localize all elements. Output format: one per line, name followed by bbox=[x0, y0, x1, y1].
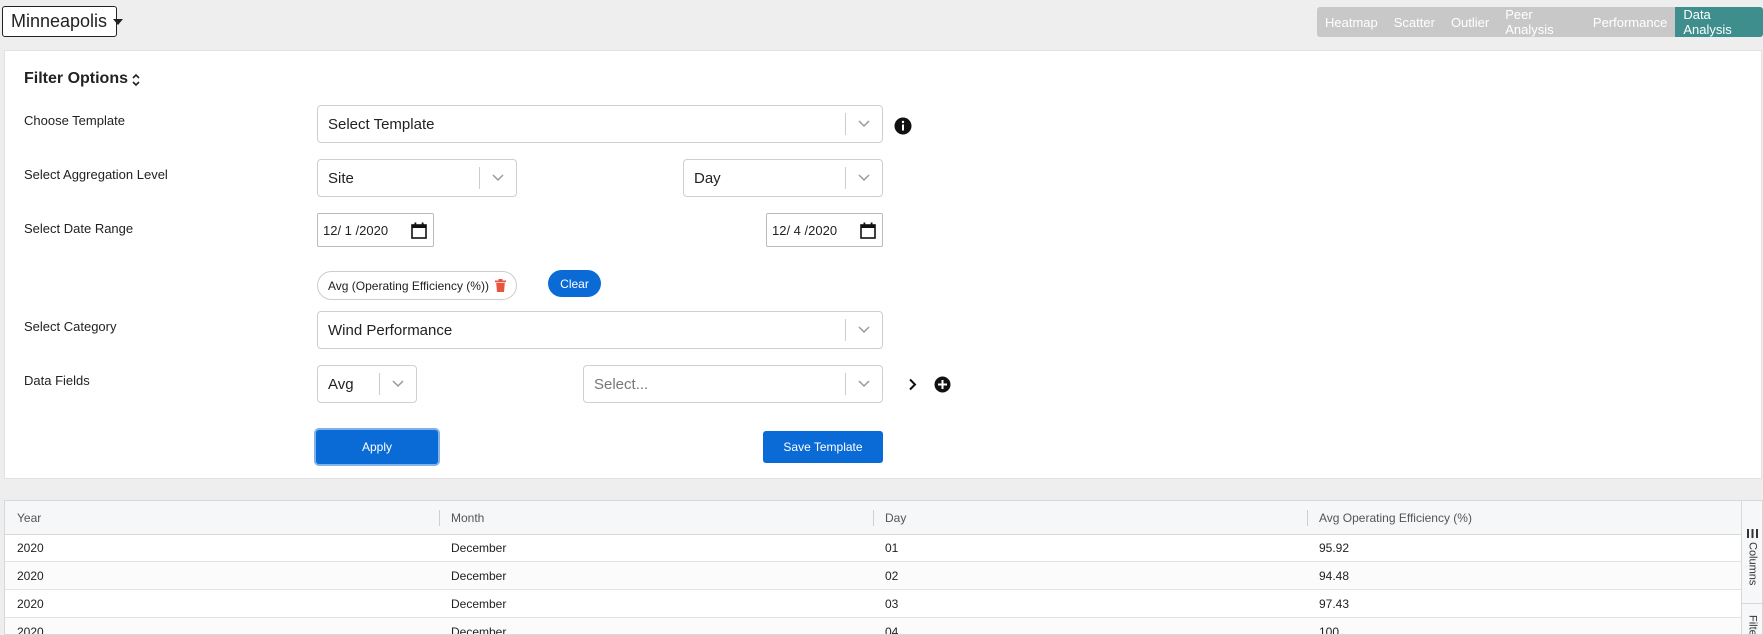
cell-day: 02 bbox=[885, 568, 899, 583]
data-grid: Year Month Day Avg Operating Efficiency … bbox=[4, 500, 1763, 635]
cell-avg-efficiency: 95.92 bbox=[1319, 540, 1350, 555]
tab-performance[interactable]: Performance bbox=[1585, 7, 1675, 37]
columns-tool-tab[interactable]: Columns bbox=[1742, 527, 1762, 604]
date-start-value: 12/ 1 /2020 bbox=[323, 222, 389, 238]
site-selector-label: Minneapolis bbox=[11, 11, 108, 31]
date-end-value: 12/ 4 /2020 bbox=[772, 222, 838, 238]
chevron-down-icon bbox=[846, 380, 882, 388]
date-start-input[interactable]: 12/ 1 /2020 bbox=[317, 213, 434, 247]
collapse-icon[interactable] bbox=[132, 73, 140, 87]
chevron-down-icon bbox=[380, 380, 416, 388]
cell-day: 04 bbox=[885, 624, 899, 635]
column-header-month[interactable]: Month bbox=[439, 501, 873, 534]
calendar-icon[interactable] bbox=[411, 222, 427, 239]
aggregation-label: Select Aggregation Level bbox=[24, 167, 168, 182]
table-row[interactable]: 2020 December 04 100 bbox=[5, 618, 1741, 635]
date-end-input[interactable]: 12/ 4 /2020 bbox=[766, 213, 883, 247]
clear-button[interactable]: Clear bbox=[548, 270, 601, 297]
chevron-right-icon[interactable] bbox=[908, 378, 917, 391]
save-template-button[interactable]: Save Template bbox=[763, 431, 883, 463]
aggregation-level-value: Site bbox=[328, 169, 354, 187]
column-header-avg-efficiency[interactable]: Avg Operating Efficiency (%) bbox=[1307, 501, 1741, 534]
grid-side-bar: Columns Filters bbox=[1741, 501, 1762, 635]
info-icon[interactable] bbox=[894, 117, 912, 135]
tab-peer-analysis[interactable]: Peer Analysis bbox=[1497, 7, 1585, 37]
columns-icon bbox=[1747, 529, 1758, 538]
cell-month: December bbox=[451, 568, 507, 583]
cell-day: 01 bbox=[885, 540, 899, 555]
chevron-down-icon bbox=[846, 120, 882, 128]
filter-panel bbox=[4, 50, 1762, 479]
columns-tool-label: Columns bbox=[1746, 542, 1759, 586]
cell-year: 2020 bbox=[17, 568, 44, 583]
cell-year: 2020 bbox=[17, 540, 44, 555]
cell-month: December bbox=[451, 624, 507, 635]
data-fields-label: Data Fields bbox=[24, 373, 90, 388]
tab-scatter[interactable]: Scatter bbox=[1386, 7, 1443, 37]
grid-header: Year Month Day Avg Operating Efficiency … bbox=[5, 501, 1741, 535]
aggregation-period-select[interactable]: Day bbox=[683, 159, 883, 197]
template-select-value: Select Template bbox=[328, 115, 435, 133]
column-header-year[interactable]: Year bbox=[5, 501, 439, 534]
selected-field-chip: Avg (Operating Efficiency (%)) bbox=[317, 271, 517, 300]
filters-tool-tab[interactable]: Filters bbox=[1742, 611, 1762, 635]
add-circle-icon[interactable] bbox=[934, 376, 951, 393]
chevron-down-icon bbox=[480, 174, 516, 182]
cell-month: December bbox=[451, 540, 507, 555]
cell-avg-efficiency: 94.48 bbox=[1319, 568, 1350, 583]
tab-data-analysis[interactable]: Data Analysis bbox=[1675, 7, 1763, 37]
field-select-placeholder: Select... bbox=[594, 375, 649, 393]
category-label: Select Category bbox=[24, 319, 117, 334]
filters-tool-label: Filters bbox=[1746, 615, 1759, 635]
category-select[interactable]: Wind Performance bbox=[317, 311, 883, 349]
field-aggregation-select[interactable]: Avg bbox=[317, 365, 417, 403]
date-range-label: Select Date Range bbox=[24, 221, 134, 236]
tab-outlier[interactable]: Outlier bbox=[1443, 7, 1497, 37]
table-row[interactable]: 2020 December 02 94.48 bbox=[5, 562, 1741, 590]
aggregation-level-select[interactable]: Site bbox=[317, 159, 517, 197]
template-label: Choose Template bbox=[24, 113, 125, 128]
filter-title: Filter Options bbox=[24, 70, 128, 87]
tab-heatmap[interactable]: Heatmap bbox=[1317, 7, 1386, 37]
table-row[interactable]: 2020 December 01 95.92 bbox=[5, 534, 1741, 562]
column-header-day[interactable]: Day bbox=[873, 501, 1307, 534]
table-row[interactable]: 2020 December 03 97.43 bbox=[5, 590, 1741, 618]
trash-icon[interactable] bbox=[494, 279, 506, 292]
field-aggregation-value: Avg bbox=[328, 375, 354, 393]
cell-year: 2020 bbox=[17, 624, 44, 635]
chevron-down-icon bbox=[846, 174, 882, 182]
cell-year: 2020 bbox=[17, 596, 44, 611]
cell-avg-efficiency: 100 bbox=[1319, 624, 1340, 635]
cell-avg-efficiency: 97.43 bbox=[1319, 596, 1350, 611]
template-select[interactable]: Select Template bbox=[317, 105, 883, 143]
category-select-value: Wind Performance bbox=[328, 321, 453, 339]
chevron-down-icon bbox=[846, 326, 882, 334]
cell-month: December bbox=[451, 596, 507, 611]
calendar-icon[interactable] bbox=[860, 222, 876, 239]
caret-down-icon bbox=[113, 18, 124, 25]
view-tabs: Heatmap Scatter Outlier Peer Analysis Pe… bbox=[1317, 7, 1763, 37]
cell-day: 03 bbox=[885, 596, 899, 611]
apply-button[interactable]: Apply bbox=[316, 430, 438, 464]
selected-field-label: Avg (Operating Efficiency (%)) bbox=[328, 278, 489, 293]
field-select[interactable]: Select... bbox=[583, 365, 883, 403]
aggregation-period-value: Day bbox=[694, 169, 721, 187]
site-selector[interactable]: Minneapolis bbox=[2, 6, 124, 37]
